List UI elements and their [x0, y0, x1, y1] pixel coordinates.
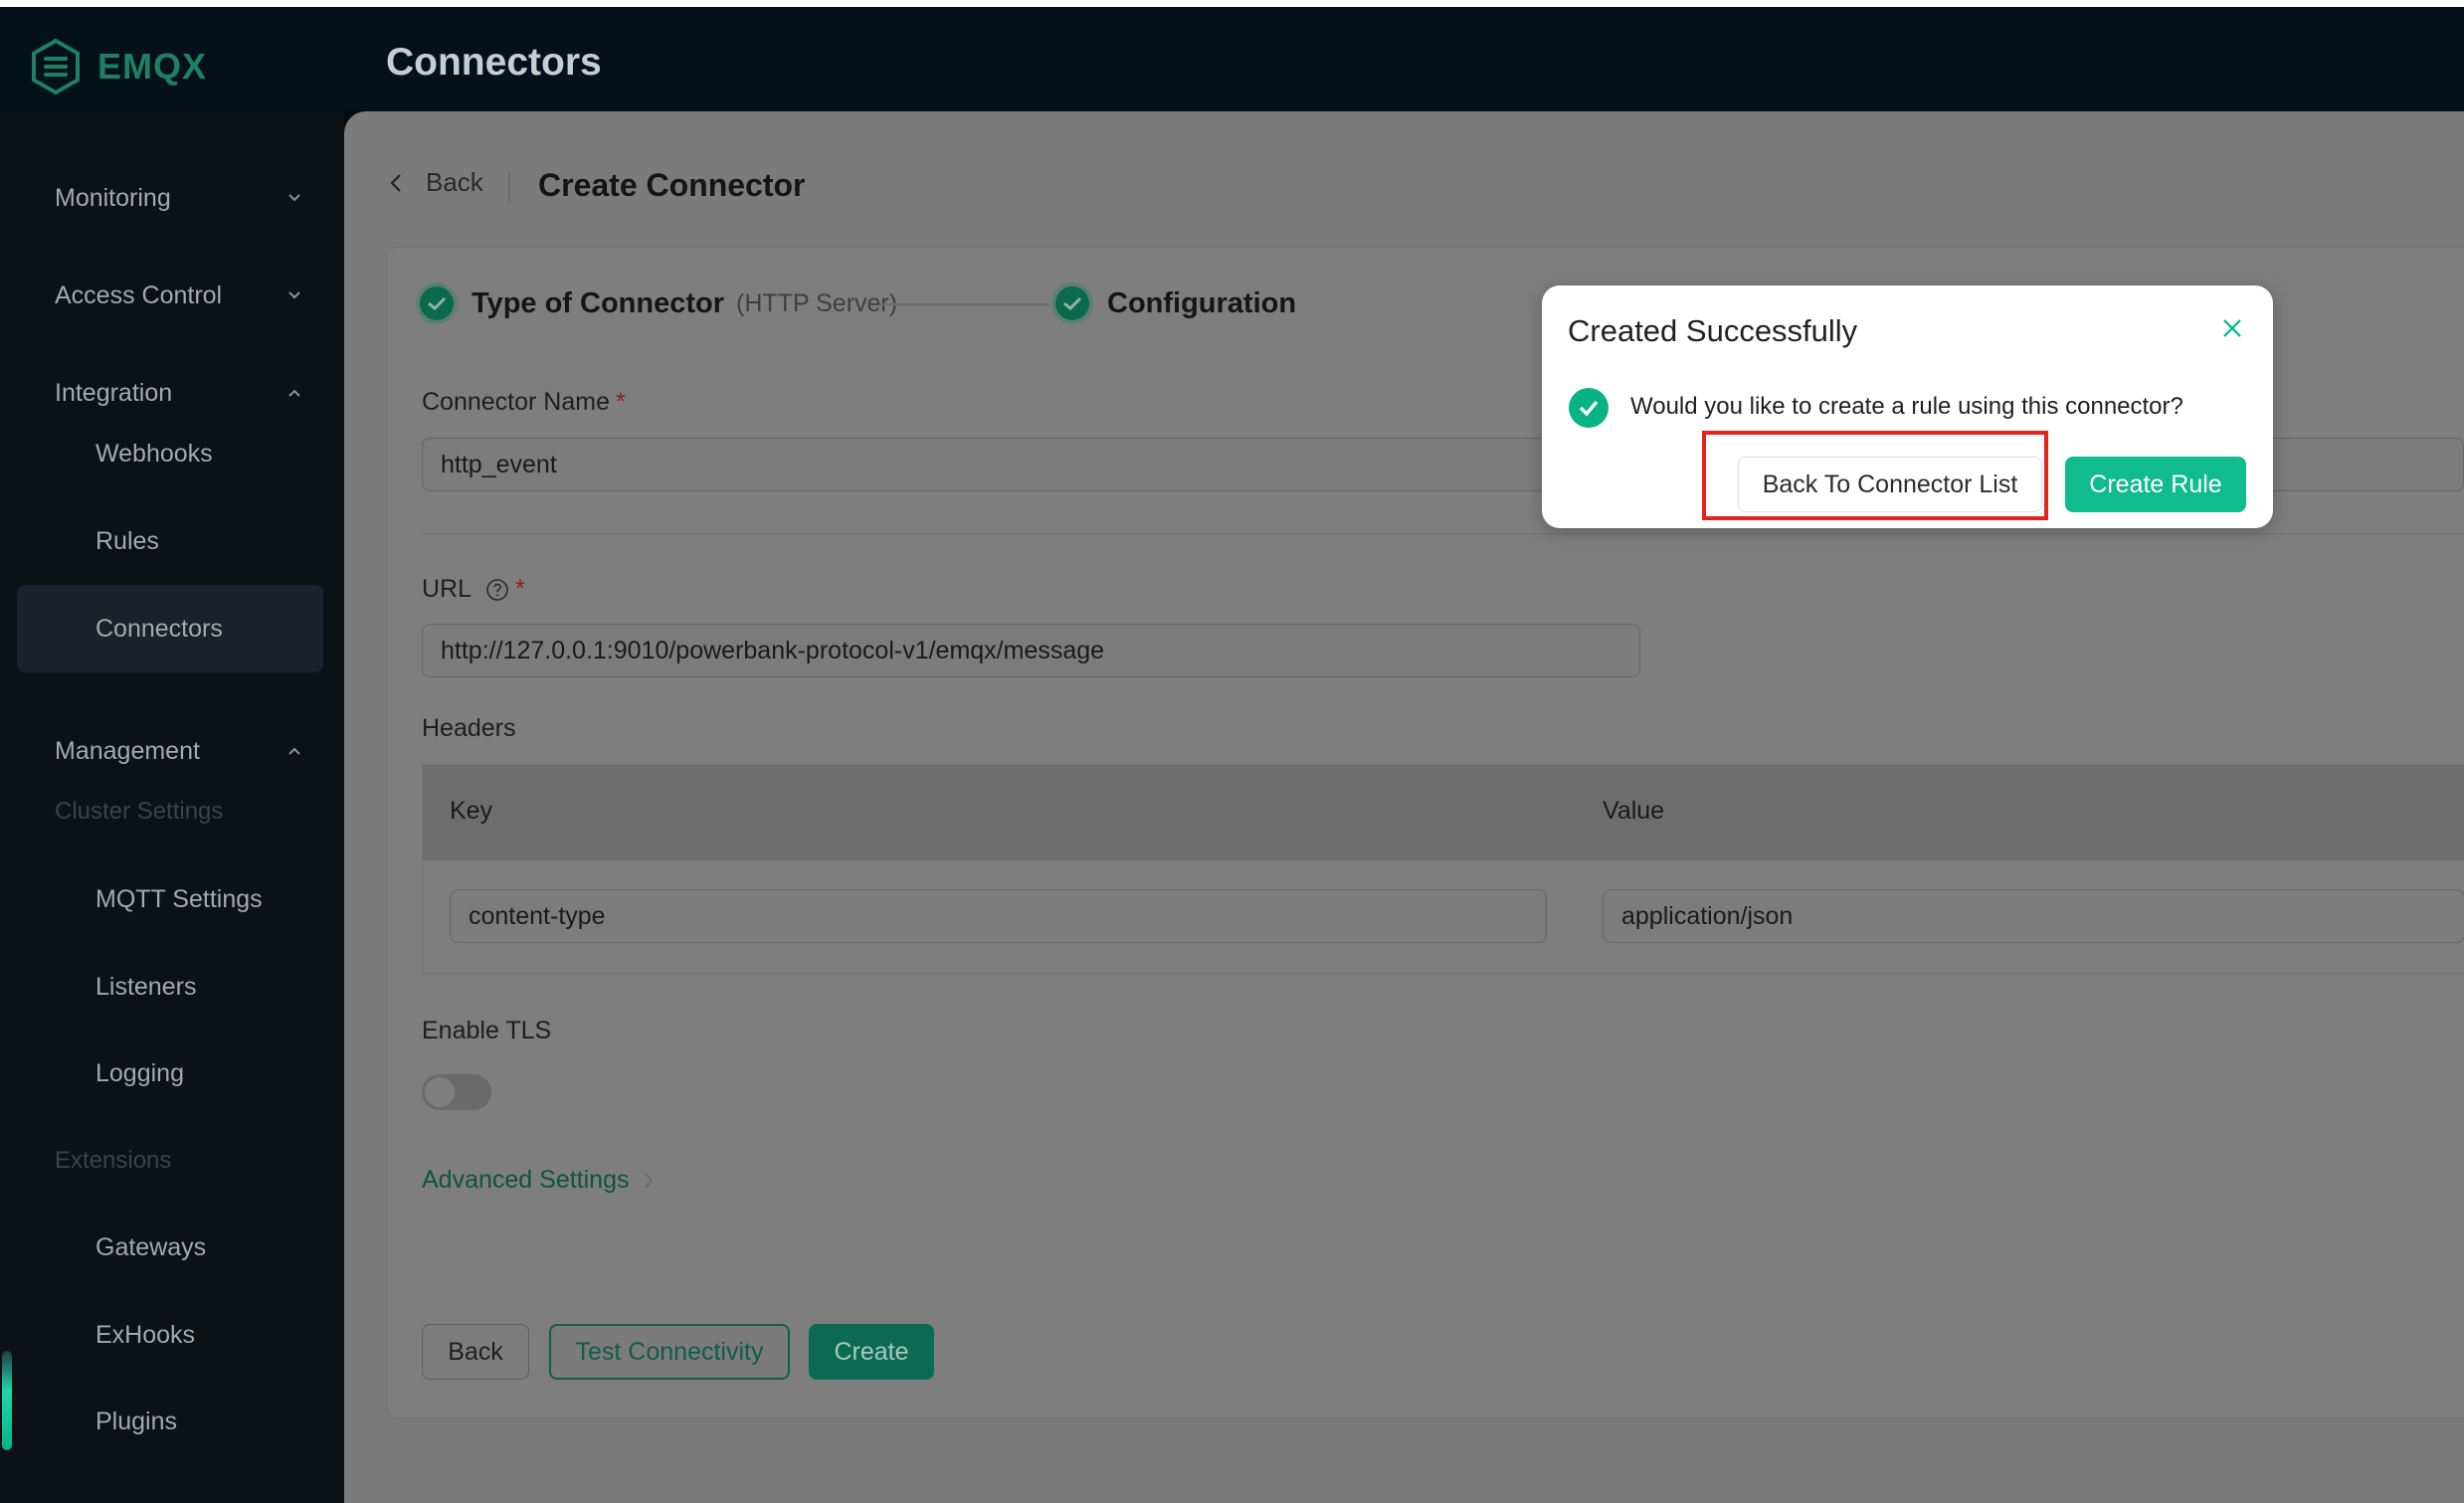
sidebar-item-plugins[interactable]: Plugins — [0, 1387, 344, 1456]
advanced-settings-link[interactable]: Advanced Settings — [422, 1166, 655, 1195]
sidebar-item-exhooks[interactable]: ExHooks — [0, 1300, 344, 1370]
sidebar-item-label: Listeners — [95, 972, 197, 1001]
highlight-box — [1702, 431, 2048, 520]
page-title: Connectors — [386, 41, 602, 84]
required-mark: * — [615, 388, 626, 416]
step-type-of-connector: Type of Connector (HTTP Server) — [416, 282, 897, 324]
toggle-knob — [425, 1077, 455, 1107]
sidebar-item-label: Plugins — [95, 1407, 177, 1435]
enable-tls-label: Enable TLS — [422, 1017, 552, 1044]
step-configuration: Configuration — [1051, 282, 1296, 324]
sidebar-item-connectors[interactable]: Connectors — [17, 585, 323, 672]
chevron-left-icon — [390, 173, 401, 192]
chevron-up-icon — [288, 747, 300, 755]
sidebar-group-label: Management — [55, 736, 200, 765]
sidebar-group-label: Integration — [55, 378, 173, 407]
back-button-label: Back — [448, 1337, 503, 1366]
sidebar: Monitoring Access Control Integration We… — [0, 111, 344, 1503]
sidebar-group-management[interactable]: Management — [0, 716, 344, 786]
app-logo[interactable]: EMQX — [30, 35, 207, 98]
header-value-value: application/json — [1621, 901, 1794, 930]
required-mark: * — [515, 575, 525, 603]
sidebar-section-cluster-settings: Cluster Settings — [0, 777, 344, 846]
section-divider — [422, 533, 2464, 534]
sidebar-item-webhooks[interactable]: Webhooks — [0, 419, 344, 488]
test-connectivity-button[interactable]: Test Connectivity — [549, 1324, 790, 1380]
create-rule-button[interactable]: Create Rule — [2065, 457, 2246, 512]
step-title: Configuration — [1107, 286, 1297, 319]
chevron-down-icon — [288, 194, 300, 202]
sidebar-item-listeners[interactable]: Listeners — [0, 952, 344, 1022]
app-name: EMQX — [97, 46, 208, 87]
sidebar-item-logging[interactable]: Logging — [0, 1038, 344, 1108]
field-label-text: URL — [422, 575, 473, 603]
column-header-value: Value — [1603, 797, 1665, 825]
sidebar-group-monitoring[interactable]: Monitoring — [0, 163, 344, 233]
test-connectivity-label: Test Connectivity — [575, 1337, 764, 1366]
field-label-text: Connector Name — [422, 388, 610, 416]
chevron-right-icon — [645, 1172, 654, 1189]
enable-tls-toggle[interactable] — [422, 1074, 491, 1110]
sidebar-section-label: Cluster Settings — [55, 798, 224, 825]
chevron-up-icon — [288, 389, 300, 397]
close-icon[interactable] — [2217, 313, 2247, 343]
create-button-label: Create — [834, 1337, 909, 1366]
header-bar: EMQX Connectors — [0, 7, 2464, 111]
sidebar-scrollbar[interactable] — [2, 1351, 12, 1450]
top-border — [0, 0, 2464, 7]
sidebar-item-label: Rules — [95, 526, 159, 555]
sidebar-item-label: ExHooks — [95, 1320, 196, 1349]
connector-name-value: http_event — [441, 450, 557, 478]
help-icon[interactable] — [485, 578, 509, 602]
success-check-icon — [1569, 388, 1609, 428]
sidebar-item-label: Connectors — [95, 614, 223, 643]
sidebar-item-gateways[interactable]: Gateways — [0, 1213, 344, 1282]
breadcrumb-title: Create Connector — [538, 167, 806, 203]
sidebar-item-mqtt-settings[interactable]: MQTT Settings — [0, 864, 344, 934]
create-button[interactable]: Create — [809, 1324, 934, 1380]
url-label: URL * — [422, 575, 525, 604]
headers-table-head: Key Value — [423, 765, 2464, 860]
step-connector-line — [880, 303, 1049, 305]
chevron-down-icon — [288, 291, 300, 299]
back-button[interactable]: Back — [422, 1324, 529, 1380]
column-header-key: Key — [450, 797, 493, 825]
back-link-label: Back — [426, 167, 483, 197]
header-value-input[interactable]: application/json — [1603, 889, 2464, 943]
dialog-message: Would you like to create a rule using th… — [1630, 393, 2183, 420]
sidebar-section-label: Extensions — [55, 1147, 172, 1174]
emqx-logo-icon — [32, 38, 80, 95]
sidebar-item-label: Logging — [95, 1058, 184, 1087]
sidebar-item-label: Webhooks — [95, 439, 213, 468]
headers-label: Headers — [422, 714, 516, 742]
headers-table: Key Value content-type application/json — [422, 764, 2464, 975]
sidebar-group-integration[interactable]: Integration — [0, 358, 344, 428]
header-key-value: content-type — [469, 901, 606, 930]
sidebar-group-access-control[interactable]: Access Control — [0, 261, 344, 330]
step-check-icon — [1051, 282, 1093, 324]
step-title: Type of Connector — [472, 286, 725, 319]
breadcrumb-divider — [508, 171, 510, 203]
sidebar-section-extensions: Extensions — [0, 1126, 344, 1196]
url-value: http://127.0.0.1:9010/powerbank-protocol… — [441, 636, 1105, 664]
dialog-title: Created Successfully — [1568, 313, 1858, 348]
back-link[interactable]: Back — [388, 167, 483, 198]
header-key-input[interactable]: content-type — [450, 889, 1547, 943]
advanced-settings-label: Advanced Settings — [422, 1166, 630, 1194]
sidebar-item-label: Gateways — [95, 1232, 207, 1261]
url-input[interactable]: http://127.0.0.1:9010/powerbank-protocol… — [422, 624, 1640, 677]
sidebar-item-label: MQTT Settings — [95, 884, 263, 913]
step-subtitle: (HTTP Server) — [736, 288, 898, 317]
sidebar-item-rules[interactable]: Rules — [0, 506, 344, 576]
sidebar-group-label: Monitoring — [55, 183, 171, 212]
sidebar-group-label: Access Control — [55, 281, 223, 309]
connector-name-label: Connector Name * — [422, 388, 626, 417]
create-rule-label: Create Rule — [2089, 470, 2222, 498]
step-check-icon — [416, 282, 458, 324]
